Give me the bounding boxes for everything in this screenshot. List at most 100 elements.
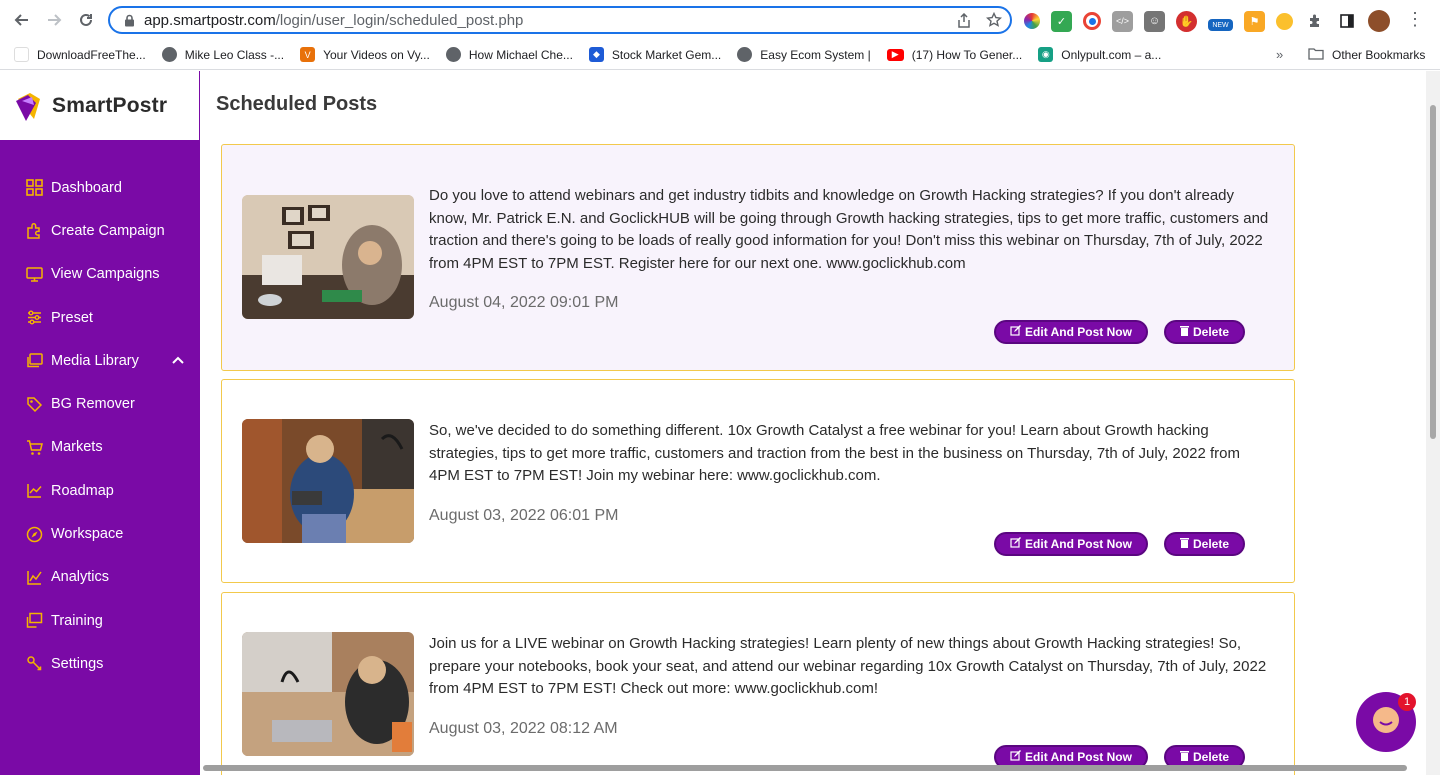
mail-check-icon[interactable]: ✓ bbox=[1051, 10, 1072, 32]
chrome-circle-icon[interactable] bbox=[1083, 12, 1101, 30]
settings-icon bbox=[25, 655, 43, 673]
v-icon: V bbox=[300, 47, 316, 62]
bookmarks-bar: DownloadFreeThe... Mike Leo Class -... V… bbox=[0, 40, 1440, 70]
share-icon[interactable] bbox=[956, 12, 972, 28]
youtube-icon: ▶ bbox=[886, 48, 904, 61]
code-icon[interactable]: </> bbox=[1112, 10, 1133, 32]
bookmark-item[interactable]: V Your Videos on Vy... bbox=[300, 47, 430, 62]
puzzle-extension-icon[interactable] bbox=[1304, 11, 1325, 32]
address-bar[interactable]: app.smartpostr.com/login/user_login/sche… bbox=[108, 6, 1012, 34]
grid-icon bbox=[25, 179, 43, 197]
sidebar-item-dashboard[interactable]: Dashboard bbox=[0, 166, 200, 209]
camera-icon: ◉ bbox=[1038, 47, 1054, 62]
sidebar-item-markets[interactable]: Markets bbox=[0, 426, 200, 469]
bookmark-item[interactable]: Mike Leo Class -... bbox=[161, 47, 284, 62]
edit-and-post-now-button[interactable]: Edit And Post Now bbox=[994, 320, 1148, 344]
sidebar-item-create-campaign[interactable]: Create Campaign bbox=[0, 209, 200, 252]
color-wheel-icon[interactable] bbox=[1024, 13, 1040, 29]
edit-icon bbox=[1010, 325, 1022, 339]
scheduled-post-card: Do you love to attend webinars and get i… bbox=[221, 144, 1295, 371]
post-thumbnail bbox=[242, 632, 414, 756]
vertical-scrollbar-thumb[interactable] bbox=[1430, 105, 1436, 439]
brand-logo[interactable]: SmartPostr bbox=[0, 71, 200, 140]
horizontal-scrollbar[interactable] bbox=[200, 764, 1426, 772]
sidebar-item-analytics[interactable]: Analytics bbox=[0, 556, 200, 599]
sidebar-item-workspace[interactable]: Workspace bbox=[0, 512, 200, 555]
bookmark-label: Your Videos on Vy... bbox=[323, 47, 430, 62]
edit-button-label: Edit And Post Now bbox=[1025, 325, 1132, 339]
chat-unread-badge: 1 bbox=[1398, 693, 1416, 711]
sidebar-item-media-library[interactable]: Media Library bbox=[0, 339, 200, 382]
sidebar-item-label: Analytics bbox=[51, 569, 110, 586]
reload-icon[interactable] bbox=[72, 6, 100, 34]
sidebar-item-bg-remover[interactable]: BG Remover bbox=[0, 382, 200, 425]
face-icon[interactable]: ☺ bbox=[1144, 10, 1165, 32]
post-scheduled-date: August 03, 2022 08:12 AM bbox=[429, 720, 618, 737]
bookmark-item[interactable]: ▶ (17) How To Gener... bbox=[886, 47, 1023, 62]
sliders-icon bbox=[25, 309, 43, 327]
back-icon[interactable] bbox=[8, 6, 36, 34]
globe-icon bbox=[161, 47, 177, 62]
cart-icon bbox=[25, 438, 43, 456]
side-panel-icon[interactable] bbox=[1336, 11, 1357, 32]
browser-menu-icon[interactable]: ⋮ bbox=[1406, 10, 1424, 28]
dropbox-icon: ◆ bbox=[588, 47, 604, 62]
chevron-up-icon[interactable] bbox=[172, 352, 184, 368]
brand-name: SmartPostr bbox=[52, 93, 168, 117]
puzzle-icon bbox=[25, 222, 43, 240]
sidebar-item-view-campaigns[interactable]: View Campaigns bbox=[0, 253, 200, 296]
bookmarks-overflow-button[interactable]: » bbox=[1276, 47, 1283, 62]
vertical-scrollbar[interactable] bbox=[1426, 71, 1440, 775]
post-scheduled-date: August 03, 2022 06:01 PM bbox=[429, 507, 619, 524]
sidebar-item-label: Preset bbox=[51, 309, 93, 326]
delete-button[interactable]: Delete bbox=[1164, 320, 1245, 344]
sun-icon[interactable] bbox=[1276, 12, 1293, 30]
bookmark-label: DownloadFreeThe... bbox=[37, 47, 146, 62]
post-scheduled-date: August 04, 2022 09:01 PM bbox=[429, 294, 619, 311]
sidebar-item-label: Settings bbox=[51, 655, 104, 672]
scheduled-post-card: Join us for a LIVE webinar on Growth Hac… bbox=[221, 592, 1295, 775]
new-badge-icon[interactable]: NEW bbox=[1208, 19, 1233, 31]
lock-icon[interactable] bbox=[122, 13, 136, 27]
flag-icon[interactable]: ⚑ bbox=[1244, 10, 1265, 32]
bookmark-item[interactable]: How Michael Che... bbox=[445, 47, 573, 62]
delete-button[interactable]: Delete bbox=[1164, 532, 1245, 556]
chart-line-icon bbox=[25, 482, 43, 500]
sidebar-item-settings[interactable]: Settings bbox=[0, 642, 200, 685]
sidebar-item-training[interactable]: Training bbox=[0, 599, 200, 642]
scheduled-post-card: So, we've decided to do something differ… bbox=[221, 379, 1295, 583]
other-bookmarks-folder[interactable]: Other Bookmarks bbox=[1308, 47, 1425, 63]
bookmark-item[interactable]: DownloadFreeThe... bbox=[14, 47, 146, 62]
bookmark-item[interactable]: ◆ Stock Market Gem... bbox=[588, 47, 722, 62]
extensions-bar: ✓ </> ☺ ✋ NEW ⚑ bbox=[1024, 10, 1390, 32]
edit-and-post-now-button[interactable]: Edit And Post Now bbox=[994, 532, 1148, 556]
post-thumbnail bbox=[242, 419, 414, 543]
bookmark-item[interactable]: ◉ Onlypult.com – a... bbox=[1038, 47, 1161, 62]
sidebar-item-preset[interactable]: Preset bbox=[0, 296, 200, 339]
sidebar-item-label: BG Remover bbox=[51, 396, 135, 413]
edit-icon bbox=[1010, 537, 1022, 551]
profile-avatar[interactable] bbox=[1368, 10, 1390, 32]
sidebar-nav: Dashboard Create Campaign View Campaigns… bbox=[0, 166, 200, 686]
globe-icon bbox=[14, 47, 29, 62]
sidebar-item-label: Dashboard bbox=[51, 179, 122, 196]
bookmark-star-icon[interactable] bbox=[986, 12, 1002, 28]
horizontal-scrollbar-thumb[interactable] bbox=[203, 765, 1407, 771]
bookmark-label: (17) How To Gener... bbox=[911, 47, 1023, 62]
url-host: app.smartpostr.com bbox=[144, 11, 276, 29]
bookmark-label: Stock Market Gem... bbox=[611, 47, 722, 62]
hand-icon[interactable]: ✋ bbox=[1176, 10, 1197, 32]
forward-icon[interactable] bbox=[40, 6, 68, 34]
edit-button-label: Edit And Post Now bbox=[1025, 750, 1132, 764]
page-title: Scheduled Posts bbox=[216, 93, 378, 115]
trash-icon bbox=[1179, 750, 1189, 764]
bookmark-label: Easy Ecom System | bbox=[760, 47, 871, 62]
bookmark-item[interactable]: Easy Ecom System | bbox=[737, 47, 871, 62]
bookmark-label: How Michael Che... bbox=[468, 47, 573, 62]
delete-button-label: Delete bbox=[1192, 325, 1230, 339]
globe-icon bbox=[737, 47, 753, 62]
sidebar-item-roadmap[interactable]: Roadmap bbox=[0, 469, 200, 512]
post-text: So, we've decided to do something differ… bbox=[429, 422, 1240, 484]
browser-toolbar: app.smartpostr.com/login/user_login/sche… bbox=[0, 0, 1440, 40]
monitor-icon bbox=[25, 265, 43, 283]
